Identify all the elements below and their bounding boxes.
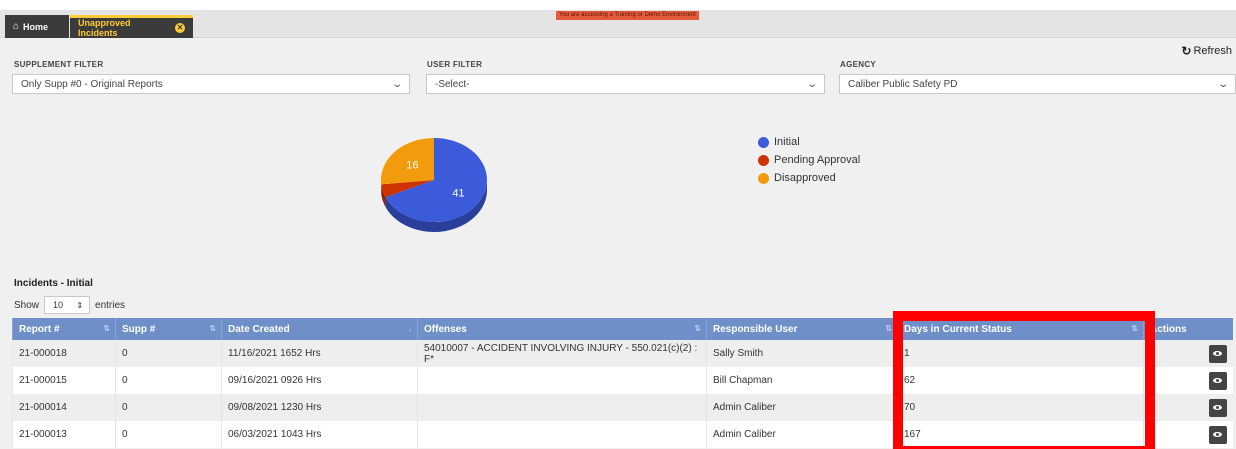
cell-supp: 0 bbox=[115, 421, 222, 448]
cell-responsible-user: Sally Smith bbox=[706, 340, 898, 367]
column-header-responsible-user[interactable]: Responsible User ⇅ bbox=[706, 318, 898, 340]
agency-select[interactable]: Caliber Public Safety PD ⌄ bbox=[839, 74, 1236, 94]
refresh-label: Refresh bbox=[1193, 45, 1232, 57]
legend-label: Pending Approval bbox=[774, 154, 861, 166]
column-header-supp[interactable]: Supp # ⇅ bbox=[115, 318, 222, 340]
header-label: Responsible User bbox=[713, 323, 798, 335]
legend-item-pending-approval[interactable]: Pending Approval bbox=[758, 153, 860, 167]
table-length-control: Show 10 ⇕ entries bbox=[14, 296, 125, 314]
header-label: Offenses bbox=[424, 323, 467, 335]
cell-actions bbox=[1143, 394, 1233, 421]
user-filter-label: User Filter bbox=[427, 60, 483, 69]
cell-report: 21-000014 bbox=[12, 394, 116, 421]
cell-actions bbox=[1143, 340, 1233, 367]
view-eye-icon[interactable] bbox=[1208, 425, 1227, 444]
header-label: Date Created bbox=[228, 323, 290, 335]
highlight-annotation-box bbox=[893, 311, 1155, 449]
cell-actions bbox=[1143, 367, 1233, 394]
entries-select[interactable]: 10 ⇕ bbox=[44, 296, 91, 314]
cell-responsible-user: Admin Caliber bbox=[706, 421, 898, 448]
legend-dot-pending bbox=[758, 154, 769, 166]
chevron-down-icon: ⌄ bbox=[1216, 78, 1229, 90]
column-header-report[interactable]: Report # ⇅ bbox=[12, 318, 116, 340]
close-icon[interactable]: ✕ bbox=[175, 23, 185, 33]
sort-icon: ↓ bbox=[408, 324, 412, 333]
chart-legend: Initial Pending Approval Disapproved bbox=[758, 135, 860, 189]
cell-report: 21-000013 bbox=[12, 421, 116, 448]
refresh-button[interactable]: ↻ Refresh bbox=[1181, 44, 1232, 58]
agency-label: Agency bbox=[840, 60, 877, 69]
cell-responsible-user: Bill Chapman bbox=[706, 367, 898, 394]
sort-icon: ⇅ bbox=[694, 324, 701, 333]
demo-environment-banner: You are accessing a Training or Demo Env… bbox=[556, 11, 699, 20]
sort-icon: ⇅ bbox=[103, 324, 110, 333]
tab-home[interactable]: ⌂ Home bbox=[5, 15, 69, 38]
supplement-filter-label: Supplement Filter bbox=[14, 60, 104, 69]
cell-offenses bbox=[417, 421, 707, 448]
chevron-down-icon: ⌄ bbox=[805, 78, 818, 90]
header-label: Actions bbox=[1150, 323, 1187, 335]
section-title: Incidents - Initial bbox=[14, 278, 93, 289]
header-label: Supp # bbox=[122, 323, 156, 335]
user-filter-select[interactable]: -Select- ⌄ bbox=[426, 74, 825, 94]
sort-arrows-icon: ⇕ bbox=[76, 300, 84, 310]
tab-unapproved-incidents[interactable]: Unapproved Incidents ✕ bbox=[70, 15, 193, 38]
user-filter-value: -Select- bbox=[435, 78, 470, 90]
legend-item-initial[interactable]: Initial bbox=[758, 135, 860, 149]
home-icon: ⌂ bbox=[13, 21, 20, 32]
legend-dot-initial bbox=[758, 136, 769, 148]
agency-value: Caliber Public Safety PD bbox=[848, 78, 958, 90]
chevron-down-icon: ⌄ bbox=[390, 78, 403, 90]
cell-responsible-user: Admin Caliber bbox=[706, 394, 898, 421]
tab-unapproved-label: Unapproved Incidents bbox=[78, 18, 131, 38]
cell-date-created: 06/03/2021 1043 Hrs bbox=[221, 421, 418, 448]
cell-date-created: 09/08/2021 1230 Hrs bbox=[221, 394, 418, 421]
entries-value: 10 bbox=[53, 300, 64, 310]
column-header-actions: Actions bbox=[1143, 318, 1233, 340]
tab-home-label: Home bbox=[23, 21, 49, 32]
cell-supp: 0 bbox=[115, 394, 222, 421]
view-eye-icon[interactable] bbox=[1208, 344, 1227, 363]
top-strip bbox=[0, 0, 1236, 10]
header-label: Report # bbox=[19, 323, 60, 335]
cell-offenses bbox=[417, 367, 707, 394]
sort-icon: ⇅ bbox=[885, 324, 892, 333]
pie-data-label: 16 bbox=[406, 160, 418, 172]
column-header-date-created[interactable]: Date Created ↓ bbox=[221, 318, 418, 340]
pie-svg: 41 16 bbox=[381, 138, 487, 232]
cell-offenses: 54010007 - ACCIDENT INVOLVING INJURY - 5… bbox=[417, 340, 707, 367]
cell-actions bbox=[1143, 421, 1233, 448]
cell-date-created: 09/16/2021 0926 Hrs bbox=[221, 367, 418, 394]
legend-label: Disapproved bbox=[774, 172, 836, 184]
cell-supp: 0 bbox=[115, 367, 222, 394]
legend-label: Initial bbox=[774, 136, 800, 148]
legend-item-disapproved[interactable]: Disapproved bbox=[758, 171, 860, 185]
view-eye-icon[interactable] bbox=[1208, 371, 1227, 390]
pie-data-label: 41 bbox=[452, 188, 464, 200]
cell-report: 21-000015 bbox=[12, 367, 116, 394]
supplement-filter-value: Only Supp #0 - Original Reports bbox=[21, 78, 163, 90]
legend-dot-disapproved bbox=[758, 172, 769, 184]
cell-offenses bbox=[417, 394, 707, 421]
view-eye-icon[interactable] bbox=[1208, 398, 1227, 417]
cell-date-created: 11/16/2021 1652 Hrs bbox=[221, 340, 418, 367]
cell-report: 21-000018 bbox=[12, 340, 116, 367]
length-suffix: entries bbox=[95, 299, 126, 311]
column-header-offenses[interactable]: Offenses ⇅ bbox=[417, 318, 707, 340]
cell-supp: 0 bbox=[115, 340, 222, 367]
length-prefix: Show bbox=[14, 299, 40, 311]
page: ⌂ Home Unapproved Incidents ✕ You are ac… bbox=[0, 0, 1236, 449]
supplement-filter-select[interactable]: Only Supp #0 - Original Reports ⌄ bbox=[12, 74, 410, 94]
refresh-icon: ↻ bbox=[1181, 44, 1192, 58]
sort-icon: ⇅ bbox=[209, 324, 216, 333]
status-pie-chart: 41 16 bbox=[370, 130, 510, 250]
